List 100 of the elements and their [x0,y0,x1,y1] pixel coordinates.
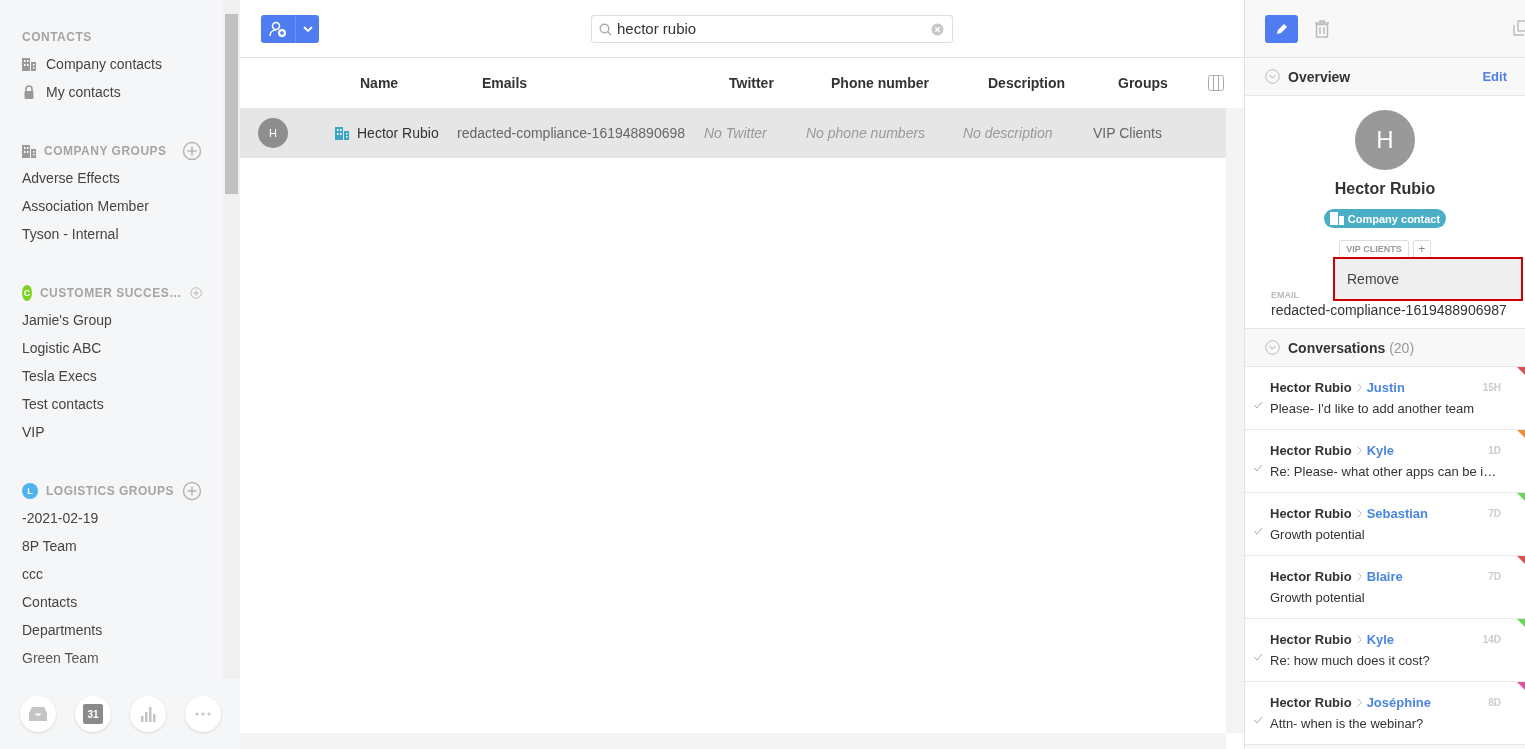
scrollbar-thumb[interactable] [225,14,238,194]
clear-icon[interactable] [931,22,944,36]
sidebar-item[interactable]: Tesla Execs [22,368,97,384]
table-cell: No description [963,125,1053,141]
sender-name: Hector Rubio [1270,506,1352,521]
sender-name: Hector Rubio [1270,632,1352,647]
remove-menu-item[interactable]: Remove [1333,257,1523,301]
sidebar-item[interactable]: -2021-02-19 [22,510,99,526]
company-contact-tag: Company contact [1323,209,1447,228]
collapse-icon[interactable] [1265,69,1280,84]
message-preview: Growth potential [1270,527,1366,542]
columns-icon[interactable] [1208,75,1224,91]
section-heading: CUSTOMER SUCCES… [39,286,182,300]
recipient-name: Blaire [1366,569,1404,584]
recipient-name: Kyle [1366,632,1396,647]
more-button[interactable] [185,696,221,732]
collapse-icon[interactable] [1265,340,1280,355]
sidebar-item[interactable]: My contacts [46,84,121,100]
building-icon [22,144,36,158]
table-cell: No phone numbers [806,125,926,141]
dropdown-button[interactable] [295,14,319,43]
sidebar-item[interactable]: ccc [22,566,43,582]
column-header[interactable]: Groups [1118,75,1168,91]
sender-name: Hector Rubio [1270,569,1352,584]
reports-button[interactable] [130,696,166,732]
company-icon [335,126,349,140]
field-label: EMAIL [1271,290,1300,300]
contact-name: Hector Rubio [1334,180,1436,198]
add-contact-button[interactable] [261,14,295,43]
recipient-name: Justin [1366,380,1406,395]
badge-letter: L [27,486,33,496]
sender-name: Hector Rubio [1270,380,1352,395]
sender-name: Hector Rubio [1270,443,1352,458]
recipient-name: Kyle [1366,443,1396,458]
sidebar-item[interactable]: Test contacts [22,396,104,412]
add-group-button[interactable]: + [1412,240,1431,258]
section-heading: CONTACTS [22,30,93,44]
section-heading: COMPANY GROUPS [44,144,168,158]
sidebar-item[interactable]: Departments [22,622,103,638]
sidebar-item[interactable]: VIP [22,424,45,440]
bar-chart-icon [140,706,156,722]
column-header[interactable]: Name [360,75,399,91]
sidebar-item[interactable]: 8P Team [22,538,77,554]
chevron-icon [1356,509,1362,518]
add-icon[interactable] [182,141,202,161]
building-icon [1329,212,1344,225]
copy-icon[interactable] [1513,20,1525,37]
section-title: Overview [1288,68,1352,85]
chevron-icon [1356,572,1362,581]
recipient-name: Joséphine [1366,695,1432,710]
calendar-icon [83,704,103,724]
sidebar-item[interactable]: Tyson - Internal [22,226,119,242]
add-icon[interactable] [182,481,202,501]
building-icon [22,57,36,71]
email-value: redacted-compliance-1619488906987 [1271,302,1508,318]
table-cell: No Twitter [704,125,767,141]
lock-icon [22,85,36,99]
chevron-icon [1356,383,1362,392]
edit-link[interactable]: Edit [1482,69,1507,84]
search-icon [599,22,612,36]
add-person-icon [269,20,287,37]
avatar: H [1355,110,1415,170]
caret-icon [302,25,313,32]
message-preview: Re: how much does it cost? [1270,653,1431,668]
message-preview: Please- I'd like to add another team [1270,401,1476,416]
trash-icon[interactable] [1314,19,1330,38]
chevron-icon [1356,635,1362,644]
sidebar-item[interactable]: Green Team [22,650,99,666]
sidebar-item[interactable]: Logistic ABC [22,340,102,356]
table-row[interactable]: H Hector Rubio redacted-compliance-161948890698 No Twitter No phone numbers No description VIP Clients [240,108,1226,158]
table-cell: VIP Clients [1093,125,1162,141]
sidebar-item[interactable]: Association Member [22,198,149,214]
section-title: Conversations (20) [1288,339,1416,356]
inbox-button[interactable] [20,696,56,732]
table-cell: redacted-compliance-161948890698 [457,125,686,141]
avatar: H [258,118,288,148]
badge-letter: C [23,288,31,298]
message-preview: Growth potential [1270,590,1366,605]
recipient-name: Sebastian [1366,506,1430,521]
chevron-icon [1356,698,1362,707]
table-cell: Hector Rubio [357,125,439,141]
column-header[interactable]: Description [988,75,1065,91]
pencil-icon [1274,21,1289,36]
search-field[interactable]: hector rubio [591,14,953,43]
message-preview: Re: Please- what other apps can be i… [1270,464,1498,479]
sender-name: Hector Rubio [1270,695,1352,710]
sidebar-item[interactable]: Jamie's Group [22,312,112,328]
chevron-icon [1356,446,1362,455]
section-heading: LOGISTICS GROUPS [46,484,174,498]
column-header[interactable]: Phone number [831,75,929,91]
inbox-icon [29,707,47,721]
message-preview: Attn- when is the webinar? [1270,716,1425,731]
column-header[interactable]: Twitter [729,75,774,91]
sidebar-item[interactable]: Company contacts [46,56,162,72]
scrollbar[interactable] [1226,108,1244,733]
sidebar-item[interactable]: Adverse Effects [22,170,120,186]
column-header[interactable]: Emails [482,75,528,91]
edit-button[interactable] [1265,14,1298,43]
more-icon [195,712,211,716]
sidebar-item[interactable]: Contacts [22,594,78,610]
